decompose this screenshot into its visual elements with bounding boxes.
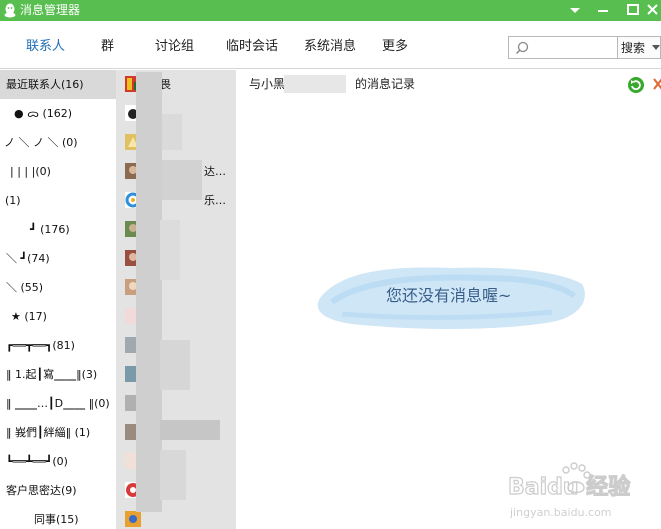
group-item-label: ＼ ┛(74) — [6, 252, 50, 265]
search-button[interactable]: 搜索 — [618, 36, 661, 59]
dropdown-button[interactable] — [566, 2, 584, 18]
maximize-button[interactable] — [624, 2, 642, 18]
group-item-label: (1) — [5, 194, 21, 207]
group-item-label: 同事(15) — [34, 513, 79, 526]
group-item-colleagues[interactable]: 同事(15) — [0, 505, 116, 529]
group-item-label: ‖ ⎽⎽…┃D⎽⎽ ‖(0) — [6, 397, 110, 410]
group-item[interactable]: ＼ (55) — [0, 273, 116, 302]
refresh-icon[interactable] — [627, 76, 645, 94]
group-item[interactable]: | | | |(0) — [0, 157, 116, 186]
group-item-customers[interactable]: 客户思密达(9) — [0, 476, 116, 505]
nav-bar: 联系人 群 讨论组 临时会话 系统消息 更多 搜索 — [0, 21, 661, 69]
group-item-label: ノ ＼ ノ ＼ (0) — [4, 136, 78, 149]
group-item[interactable]: ● ᯅ (162) — [0, 99, 116, 128]
close-icon — [647, 4, 658, 15]
close-window-button[interactable] — [644, 2, 661, 18]
contact-row[interactable]: 畏 — [116, 70, 236, 99]
group-item[interactable]: ノ ＼ ノ ＼ (0) — [0, 128, 116, 157]
window-title: 消息管理器 — [20, 3, 81, 17]
tab-groups[interactable]: 群 — [101, 39, 114, 55]
privacy-mosaic — [160, 220, 180, 280]
group-item[interactable]: ‖ 1.起┃寫⎽⎽‖(3) — [0, 360, 116, 389]
group-item-label: ‖ 峩們┃絆緇‖ (1) — [6, 426, 91, 439]
privacy-mosaic — [160, 420, 220, 440]
avatar — [125, 511, 141, 527]
group-item[interactable]: ‖ ⎽⎽…┃D⎽⎽ ‖(0) — [0, 389, 116, 418]
group-item-label: ┏══┳══┓(81) — [6, 339, 75, 352]
privacy-mosaic — [284, 75, 346, 93]
qq-penguin-icon — [4, 3, 16, 18]
group-item-label: 最近联系人(16) — [6, 78, 84, 91]
search-button-label: 搜索 — [621, 41, 646, 55]
tab-discussions[interactable]: 讨论组 — [155, 39, 194, 55]
tab-contacts[interactable]: 联系人 — [26, 39, 65, 55]
group-item-label: ┗══┻══┛(0) — [6, 455, 68, 468]
watermark-url: jingyan.baidu.com — [509, 506, 612, 519]
group-item-label: ┛ (176) — [30, 223, 70, 236]
group-item-recent[interactable]: 最近联系人(16) — [0, 70, 116, 99]
group-item-label: ● ᯅ (162) — [14, 107, 73, 120]
group-item-label: ★ (17) — [11, 310, 47, 323]
search-input[interactable] — [531, 39, 615, 56]
search-field[interactable] — [508, 36, 618, 59]
group-item-label: ＼ (55) — [6, 281, 44, 294]
dropdown-icon — [570, 8, 580, 13]
group-item-label: | | | |(0) — [10, 165, 51, 178]
tab-system-messages[interactable]: 系统消息 — [304, 39, 356, 55]
contact-list: 畏 达… 乐… — [116, 70, 236, 529]
watermark-text: Baidu 经验 — [508, 474, 630, 500]
privacy-mosaic — [162, 160, 202, 200]
privacy-mosaic — [160, 450, 186, 500]
minimize-icon — [598, 10, 608, 12]
empty-message-text: 您还没有消息喔~ — [386, 286, 512, 305]
contact-name: 达… — [204, 165, 226, 178]
privacy-mosaic — [162, 114, 182, 150]
privacy-mosaic — [136, 72, 162, 512]
contact-group-list: 最近联系人(16) ● ᯅ (162) ノ ＼ ノ ＼ (0) | | | |(… — [0, 70, 116, 529]
contact-row[interactable] — [116, 302, 236, 331]
group-item[interactable]: ‖ 峩們┃絆緇‖ (1) — [0, 418, 116, 447]
group-item-label: ‖ 1.起┃寫⎽⎽‖(3) — [6, 368, 98, 381]
search-icon — [515, 41, 529, 55]
tab-temp-sessions[interactable]: 临时会话 — [226, 39, 278, 55]
message-header-prefix: 与小黑 — [249, 77, 286, 91]
group-item[interactable]: ┏══┳══┓(81) — [0, 331, 116, 360]
maximize-icon — [627, 4, 639, 15]
group-item[interactable]: ★ (17) — [0, 302, 116, 331]
group-item[interactable]: ┗══┻══┛(0) — [0, 447, 116, 476]
title-bar: 消息管理器 — [0, 0, 661, 21]
group-item[interactable]: (1) — [0, 186, 116, 215]
tab-more[interactable]: 更多 — [382, 39, 408, 55]
contact-name: 乐… — [204, 194, 226, 207]
contact-row[interactable] — [116, 389, 236, 418]
group-item[interactable]: ＼ ┛(74) — [0, 244, 116, 273]
message-header-suffix: 的消息记录 — [355, 77, 416, 91]
group-item[interactable]: ┛ (176) — [0, 215, 116, 244]
contact-row[interactable] — [116, 505, 236, 529]
close-icon[interactable] — [652, 77, 661, 91]
minimize-button[interactable] — [594, 2, 612, 18]
baidu-jingyan-watermark: Baidu 经验 jingyan.baidu.com — [508, 462, 631, 519]
privacy-mosaic — [160, 340, 190, 390]
chevron-down-icon — [652, 45, 660, 50]
group-item-label: 客户思密达(9) — [6, 484, 77, 497]
